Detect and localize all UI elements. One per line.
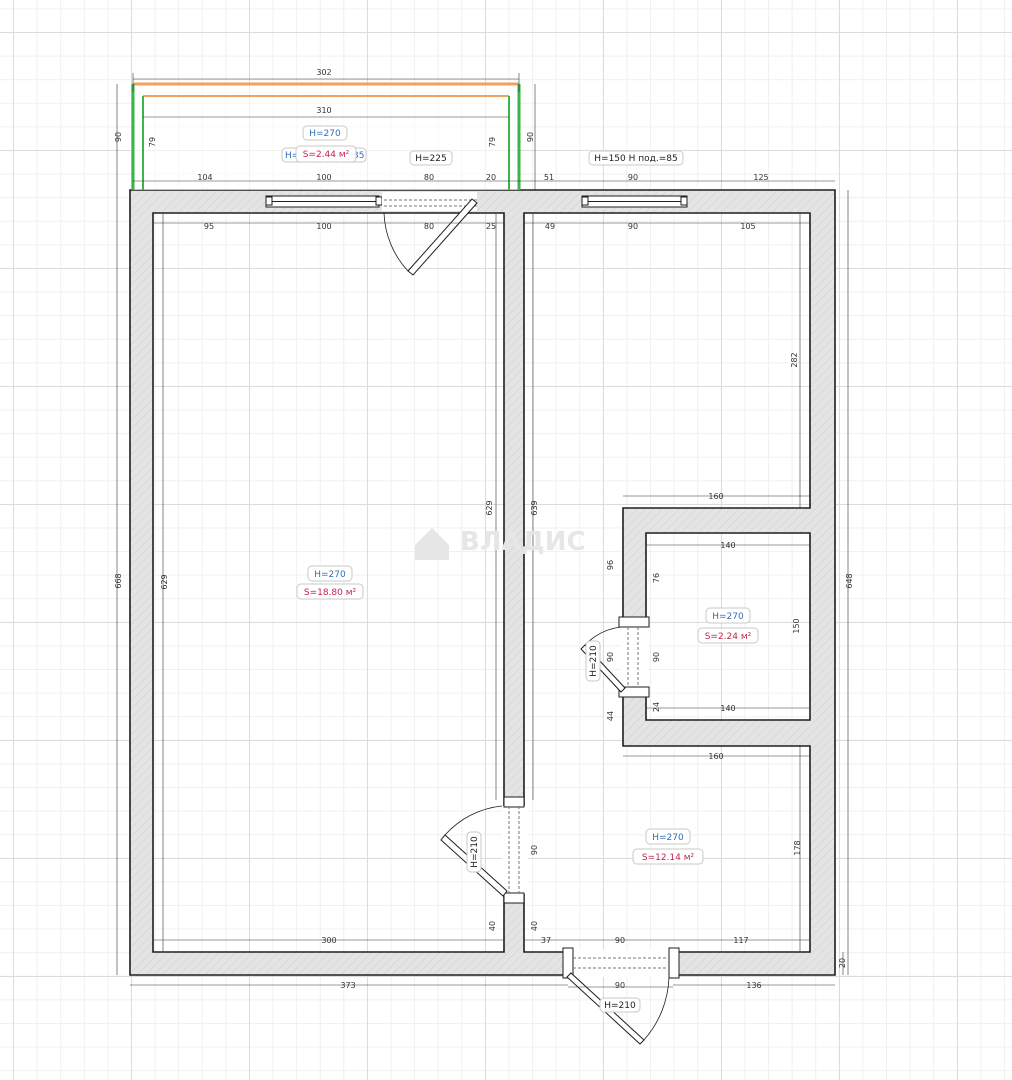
living-height-label: H=270 (314, 570, 346, 580)
balcony-height-label: H=270 (309, 129, 341, 139)
dim-302: 302 (316, 68, 331, 77)
living-door-label-group: H=210 (466, 831, 482, 873)
bathroom-door-label-group: H=210 (585, 640, 601, 682)
dim-top-20: 20 (486, 173, 496, 182)
dim-inner-105: 105 (740, 222, 755, 231)
dim-outer-136: 136 (746, 981, 761, 990)
dim-bath-door-width-inner: 90 (652, 652, 661, 662)
dim-bath-left-lower: 44 (606, 711, 615, 721)
dim-living-bottom: 300 (321, 936, 336, 945)
dim-bath-bottom-outer: 160 (708, 752, 723, 761)
kitchen-window (581, 195, 688, 208)
dim-bath-top-inner: 140 (720, 541, 735, 550)
dim-kitchen-right-upper: 282 (790, 352, 799, 367)
floor-plan: 302 310 90 79 79 90 104 100 80 20 51 90 … (114, 68, 854, 1045)
living-window (265, 195, 383, 208)
dim-top-104: 104 (197, 173, 212, 182)
kitchen-area-label: S=12.14 м² (642, 853, 695, 863)
living-room-labels: H=270 S=18.80 м² (296, 565, 364, 600)
dim-right-outer: 648 (845, 573, 854, 588)
dim-outer-373: 373 (340, 981, 355, 990)
dim-left-inner: 629 (160, 574, 169, 589)
dim-top-90: 90 (628, 173, 638, 182)
kitchen-height-label: H=270 (652, 833, 684, 843)
dim-corridor-door: 90 (530, 845, 539, 855)
dim-inner-80: 80 (424, 222, 434, 231)
dim-top-100: 100 (316, 173, 331, 182)
entrance-door-label-group: H=210 (599, 997, 641, 1013)
dim-bath-left-upper: 96 (606, 560, 615, 570)
dim-inner-95: 95 (204, 222, 214, 231)
dim-entrance-width: 90 (615, 981, 625, 990)
entrance-door-height-label: H=210 (604, 1001, 636, 1011)
house-logo-icon (415, 528, 449, 560)
kitchen-labels: H=270 S=12.14 м² (632, 828, 704, 865)
dim-balcony-inner-left: 79 (148, 137, 157, 147)
watermark-text: ВЛАДИС (460, 527, 586, 557)
dim-inner-90: 90 (628, 222, 638, 231)
dim-kitchen-right-lower: 178 (793, 840, 802, 855)
bathroom-labels: H=270 S=2.24 м² (697, 607, 759, 644)
dim-balcony-depth-left: 90 (114, 132, 123, 142)
dim-top-125: 125 (753, 173, 768, 182)
bathroom-door-height-label: H=210 (589, 645, 599, 677)
dim-bottom-90: 90 (615, 936, 625, 945)
balcony-area-label: S=2.44 м² (303, 150, 350, 160)
dim-inner-25: 25 (486, 222, 496, 231)
dim-bath-right: 150 (792, 618, 801, 633)
dim-bath-top-outer: 160 (708, 492, 723, 501)
dim-bath-door-width: 90 (606, 652, 615, 662)
balcony-door (382, 192, 478, 276)
watermark: ВЛАДИС (415, 527, 586, 560)
bathroom-area-label: S=2.24 м² (705, 632, 752, 642)
living-room-door (440, 796, 528, 904)
dim-top-80: 80 (424, 173, 434, 182)
walls (129, 189, 836, 976)
living-area-label: S=18.80 м² (304, 588, 357, 598)
kitchen-window-height-label: H=150 H под.=85 (594, 154, 677, 164)
balcony-door-height-label: H=225 (415, 154, 447, 164)
bathroom-height-label: H=270 (712, 612, 744, 622)
dim-partition-left: 629 (485, 500, 494, 515)
dim-bath-left-upper-inner: 76 (652, 573, 661, 583)
entrance-door (562, 947, 680, 1045)
dim-partition-right: 639 (530, 500, 539, 515)
dim-bath-left-lower-inner: 24 (652, 702, 661, 712)
dim-bottom-117: 117 (733, 936, 748, 945)
dim-bath-bottom-inner: 140 (720, 704, 735, 713)
dim-corridor-bottom-right: 40 (530, 921, 539, 931)
dim-balcony-inner-right: 79 (488, 137, 497, 147)
dim-left-outer: 668 (114, 573, 123, 588)
dim-inner-100: 100 (316, 222, 331, 231)
dim-balcony-depth-right: 90 (526, 132, 535, 142)
balcony-door-label-group: H=225 (409, 150, 453, 166)
dim-bottom-37: 37 (541, 936, 551, 945)
dim-bottom-right-20: 20 (838, 958, 847, 968)
dim-310: 310 (316, 106, 331, 115)
dim-top-51: 51 (544, 173, 554, 182)
dim-inner-49: 49 (545, 222, 555, 231)
kitchen-window-label-group: H=150 H под.=85 (588, 150, 684, 166)
living-door-height-label: H=210 (470, 836, 480, 868)
dim-corridor-bottom-left: 40 (488, 921, 497, 931)
